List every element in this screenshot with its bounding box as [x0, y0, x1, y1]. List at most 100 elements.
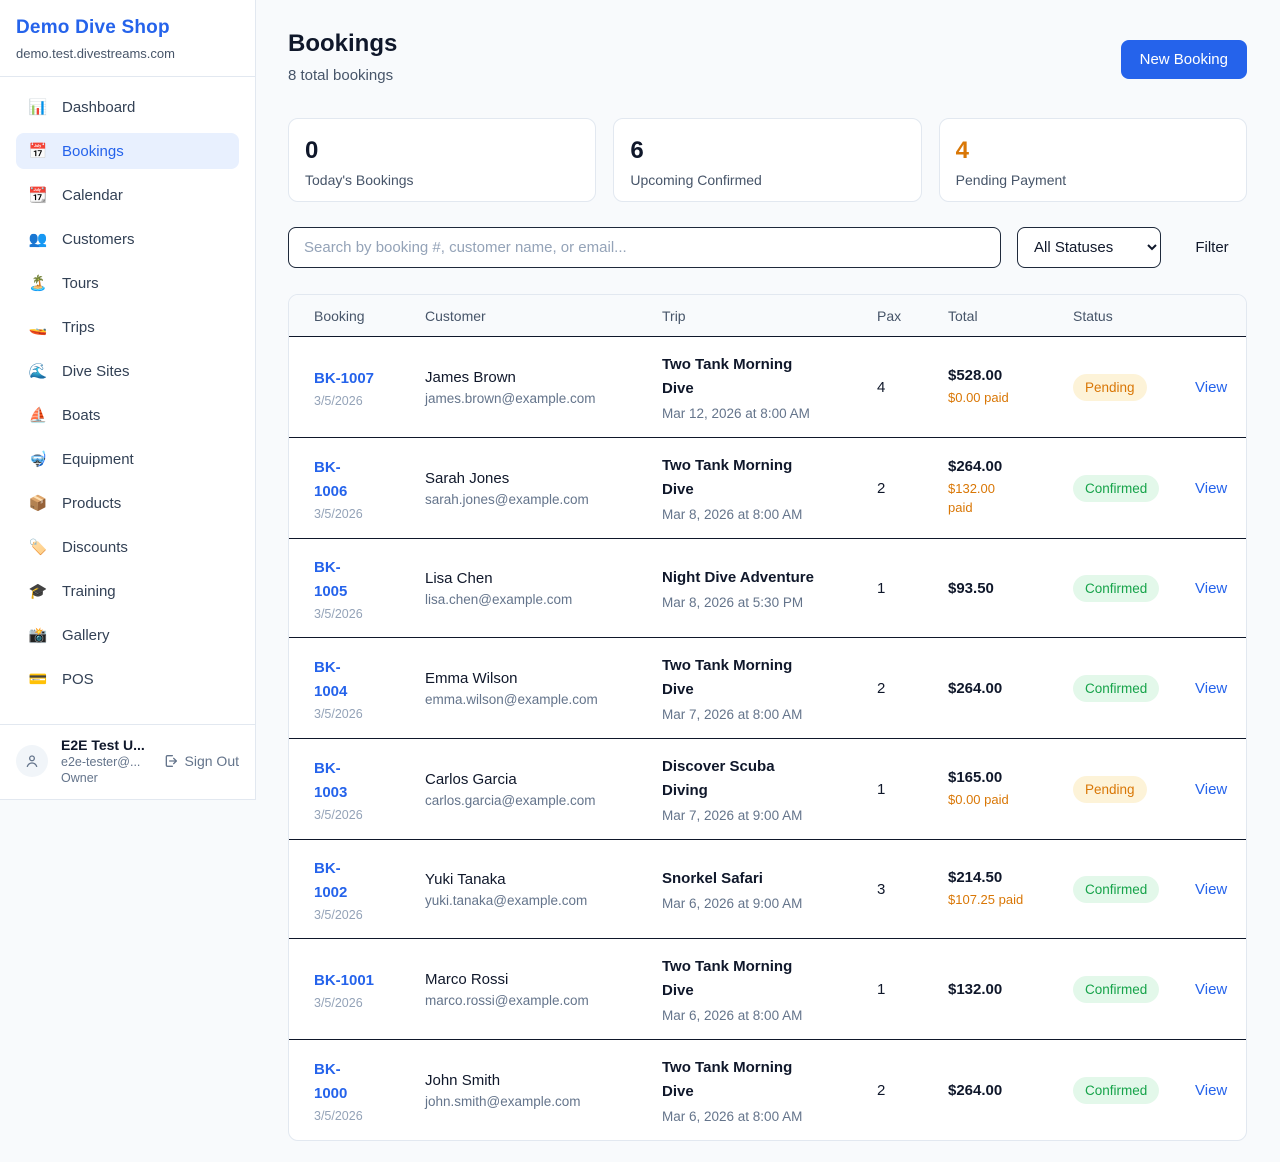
pos-icon: 💳 — [28, 670, 48, 688]
trip-name: Two Tank Morning Dive — [662, 955, 859, 1003]
view-link[interactable]: View — [1195, 881, 1245, 898]
new-booking-button[interactable]: New Booking — [1121, 40, 1247, 79]
column-header-trip: Trip — [662, 308, 877, 324]
stat-value: 4 — [956, 137, 1230, 165]
booking-date: 3/5/2026 — [314, 808, 407, 822]
gallery-icon: 📸 — [28, 626, 48, 644]
view-link[interactable]: View — [1195, 680, 1245, 697]
sidebar-item-label: Calendar — [62, 187, 123, 204]
main-content: Bookings 8 total bookings New Booking 0 … — [256, 0, 1280, 1141]
stat-value: 0 — [305, 137, 579, 165]
customers-icon: 👥 — [28, 230, 48, 248]
booking-cell: BK- 1002 3/5/2026 — [314, 857, 425, 922]
sidebar-item-calendar[interactable]: 📆 Calendar — [16, 177, 239, 213]
sidebar-item-label: Discounts — [62, 539, 128, 556]
stats-row: 0 Today's Bookings 6 Upcoming Confirmed … — [288, 118, 1247, 202]
booking-id-link[interactable]: BK- 1000 — [314, 1058, 407, 1106]
sidebar-item-label: Boats — [62, 407, 100, 424]
status-cell: Confirmed — [1073, 976, 1195, 1003]
view-link[interactable]: View — [1195, 480, 1245, 497]
booking-date: 3/5/2026 — [314, 607, 407, 621]
sidebar-item-bookings[interactable]: 📅 Bookings — [16, 133, 239, 169]
sidebar-item-label: POS — [62, 671, 94, 688]
booking-id-link[interactable]: BK- 1006 — [314, 456, 407, 504]
sidebar-item-trips[interactable]: 🚤 Trips — [16, 309, 239, 345]
trip-name: Snorkel Safari — [662, 867, 859, 891]
status-select[interactable]: All Statuses — [1017, 227, 1161, 268]
sidebar-item-tours[interactable]: 🏝️ Tours — [16, 265, 239, 301]
booking-id-link[interactable]: BK- 1002 — [314, 857, 407, 905]
booking-cell: BK- 1003 3/5/2026 — [314, 757, 425, 822]
customer-name: Yuki Tanaka — [425, 871, 644, 888]
total-cell: $264.00 — [948, 1082, 1073, 1099]
user-role: Owner — [61, 771, 150, 785]
total-amount: $165.00 — [948, 769, 1055, 786]
sidebar-item-label: Bookings — [62, 143, 124, 160]
customer-name: John Smith — [425, 1072, 644, 1089]
sidebar-item-dive-sites[interactable]: 🌊 Dive Sites — [16, 353, 239, 389]
customer-email: james.brown@example.com — [425, 391, 644, 406]
view-link[interactable]: View — [1195, 580, 1245, 597]
booking-id-link[interactable]: BK- 1004 — [314, 656, 407, 704]
sidebar-item-gallery[interactable]: 📸 Gallery — [16, 617, 239, 653]
customer-cell: Marco Rossi marco.rossi@example.com — [425, 971, 662, 1008]
stat-label: Today's Bookings — [305, 172, 579, 188]
sidebar-item-equipment[interactable]: 🤿 Equipment — [16, 441, 239, 477]
sidebar-item-dashboard[interactable]: 📊 Dashboard — [16, 89, 239, 125]
booking-cell: BK- 1006 3/5/2026 — [314, 456, 425, 521]
pax-cell: 1 — [877, 781, 948, 798]
total-amount: $93.50 — [948, 580, 1055, 597]
table-row: BK- 1003 3/5/2026 Carlos Garcia carlos.g… — [289, 739, 1246, 840]
sidebar-item-customers[interactable]: 👥 Customers — [16, 221, 239, 257]
customer-email: emma.wilson@example.com — [425, 692, 644, 707]
filter-button[interactable]: Filter — [1177, 239, 1247, 256]
customer-email: sarah.jones@example.com — [425, 492, 644, 507]
booking-cell: BK- 1005 3/5/2026 — [314, 556, 425, 621]
trip-cell: Discover Scuba Diving Mar 7, 2026 at 9:0… — [662, 755, 877, 823]
sidebar-item-training[interactable]: 🎓 Training — [16, 573, 239, 609]
status-cell: Confirmed — [1073, 1077, 1195, 1104]
sidebar-item-pos[interactable]: 💳 POS — [16, 661, 239, 697]
booking-cell: BK- 1004 3/5/2026 — [314, 656, 425, 721]
booking-id-link[interactable]: BK- 1003 — [314, 757, 407, 805]
customer-cell: Carlos Garcia carlos.garcia@example.com — [425, 771, 662, 808]
customer-cell: James Brown james.brown@example.com — [425, 369, 662, 406]
pax-cell: 2 — [877, 680, 948, 697]
sidebar-item-discounts[interactable]: 🏷️ Discounts — [16, 529, 239, 565]
sidebar-item-label: Customers — [62, 231, 135, 248]
sidebar-item-products[interactable]: 📦 Products — [16, 485, 239, 521]
booking-id-link[interactable]: BK-1001 — [314, 969, 407, 993]
total-amount: $264.00 — [948, 1082, 1055, 1099]
paid-amount: $132.00 paid — [948, 480, 1055, 518]
booking-id-link[interactable]: BK-1007 — [314, 367, 407, 391]
customer-name: Carlos Garcia — [425, 771, 644, 788]
booking-id-link[interactable]: BK- 1005 — [314, 556, 407, 604]
bookings-table: Booking Customer Trip Pax Total Status B… — [288, 294, 1247, 1141]
column-header-total: Total — [948, 308, 1073, 324]
status-badge: Confirmed — [1073, 675, 1159, 702]
booking-date: 3/5/2026 — [314, 507, 407, 521]
sign-out-label: Sign Out — [185, 753, 239, 769]
view-link[interactable]: View — [1195, 1082, 1245, 1099]
trip-name: Night Dive Adventure — [662, 566, 859, 590]
discounts-icon: 🏷️ — [28, 538, 48, 556]
trip-cell: Two Tank Morning Dive Mar 6, 2026 at 8:0… — [662, 1056, 877, 1124]
search-input[interactable] — [288, 227, 1001, 268]
sidebar-item-label: Trips — [62, 319, 95, 336]
view-link[interactable]: View — [1195, 379, 1245, 396]
column-header-status: Status — [1073, 308, 1195, 324]
user-meta: E2E Test U... e2e-tester@... Owner — [61, 737, 150, 785]
trip-datetime: Mar 6, 2026 at 9:00 AM — [662, 896, 859, 911]
shop-name: Demo Dive Shop — [16, 17, 239, 39]
equipment-icon: 🤿 — [28, 450, 48, 468]
total-amount: $214.50 — [948, 869, 1055, 886]
customer-name: Lisa Chen — [425, 570, 644, 587]
status-cell: Pending — [1073, 776, 1195, 803]
trip-datetime: Mar 8, 2026 at 5:30 PM — [662, 595, 859, 610]
pax-cell: 4 — [877, 379, 948, 396]
trip-name: Two Tank Morning Dive — [662, 454, 859, 502]
sidebar-item-boats[interactable]: ⛵ Boats — [16, 397, 239, 433]
view-link[interactable]: View — [1195, 981, 1245, 998]
sign-out-button[interactable]: Sign Out — [163, 753, 239, 769]
view-link[interactable]: View — [1195, 781, 1245, 798]
